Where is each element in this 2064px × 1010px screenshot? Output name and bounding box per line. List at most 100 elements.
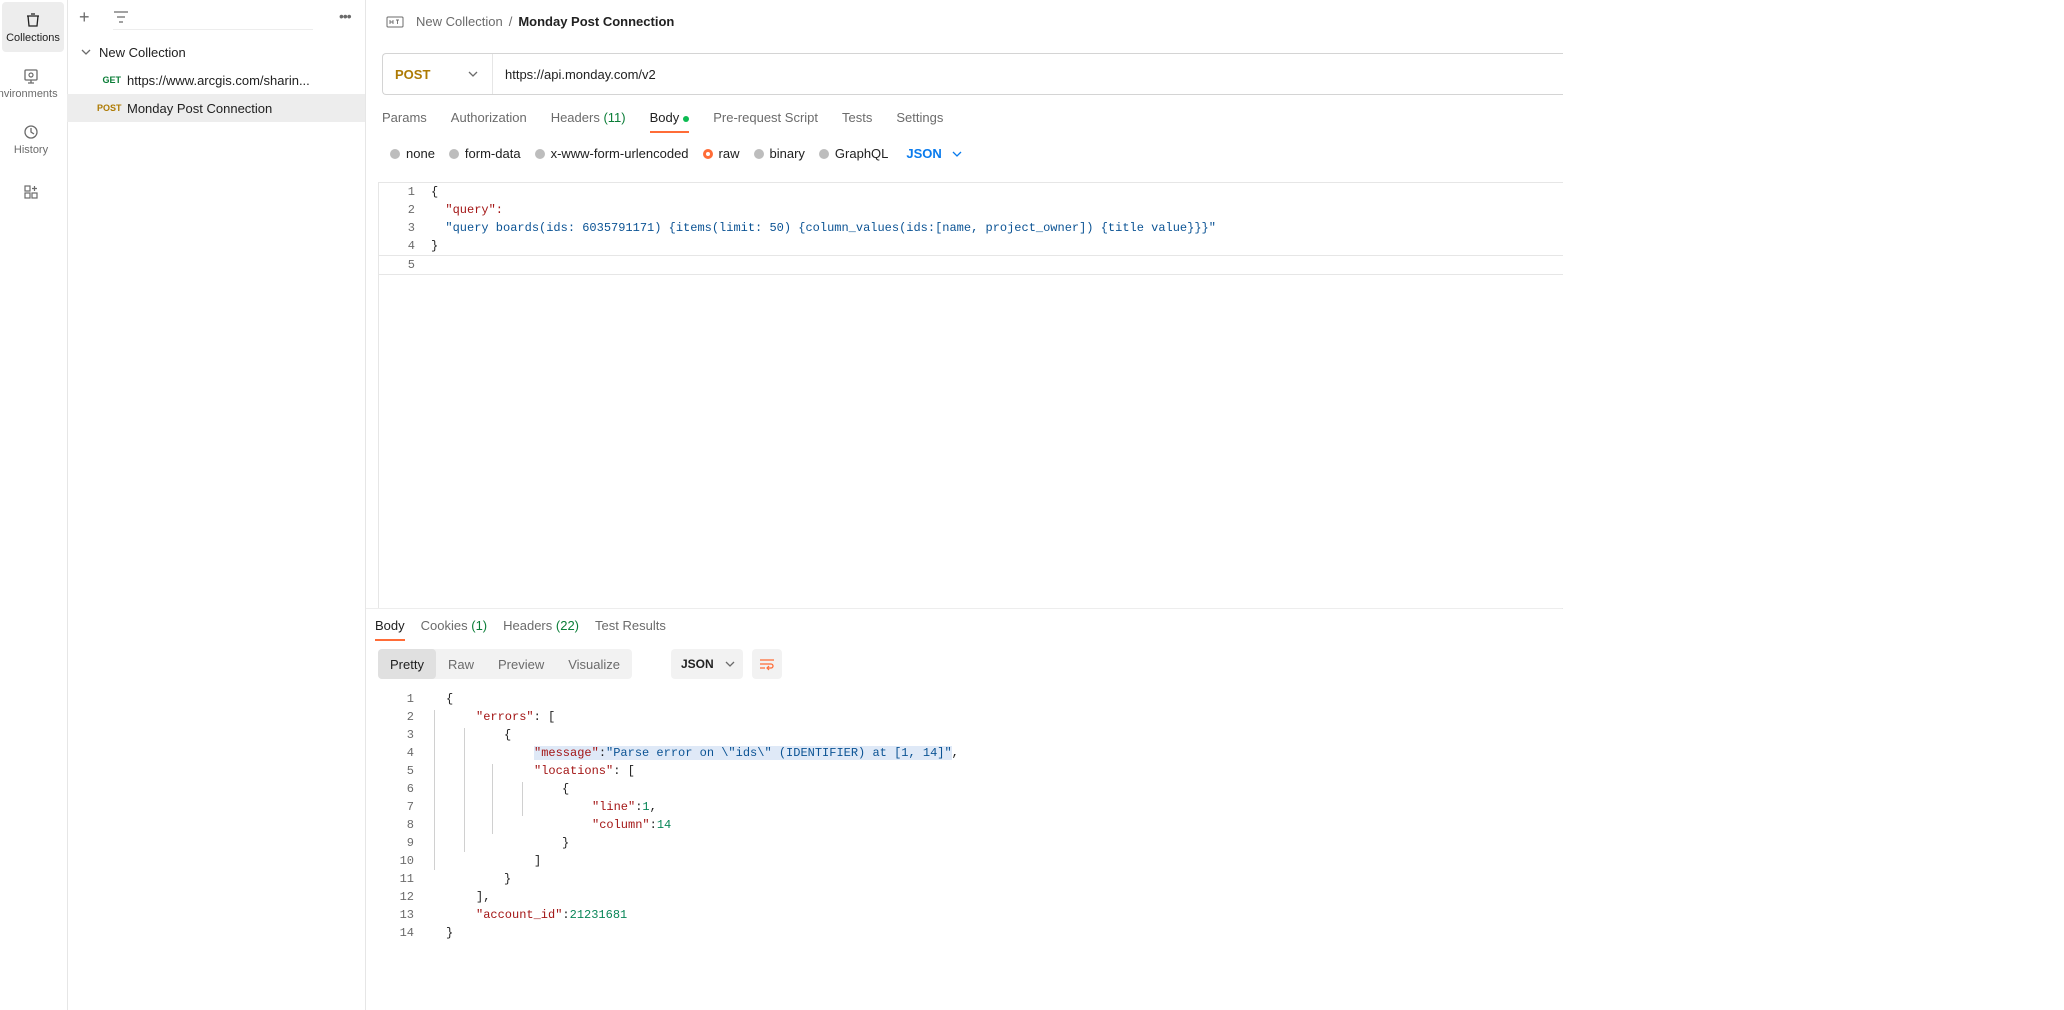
headers-count: (11): [603, 110, 626, 125]
more-icon[interactable]: •••: [339, 8, 352, 24]
code-text: }: [504, 872, 512, 886]
radio-none[interactable]: none: [390, 146, 435, 161]
code-line: 4 "message": "Parse error on \"ids\" (IDE…: [378, 744, 959, 762]
tab-settings[interactable]: Settings: [896, 110, 943, 133]
line-number: 7: [406, 800, 414, 814]
rail-history[interactable]: History: [0, 114, 62, 164]
breadcrumb-separator: /: [508, 14, 513, 29]
request-item-get[interactable]: GET https://www.arcgis.com/sharin...: [67, 66, 365, 94]
request-name: Monday Post Connection: [127, 100, 273, 116]
code-text: :: [649, 818, 657, 832]
cookies-count: (1): [471, 618, 488, 633]
code-line: 14}: [378, 924, 454, 942]
http-icon: [386, 16, 404, 27]
json-key: "account_id": [476, 908, 563, 922]
breadcrumb: New Collection / Monday Post Connection: [386, 14, 674, 29]
tab-pre-request-script[interactable]: Pre-request Script: [713, 110, 818, 133]
rail-label: Environments: [0, 87, 58, 100]
wrap-lines-button[interactable]: [752, 649, 782, 679]
body-code-editor[interactable]: 1{ 2 "query": 3 "query boards(ids: 60357…: [378, 182, 1563, 609]
line-number: 5: [407, 258, 415, 272]
view-raw[interactable]: Raw: [436, 649, 486, 679]
radio-button[interactable]: [702, 148, 713, 159]
rail-collections[interactable]: Collections: [2, 2, 64, 52]
code-text: : [: [613, 764, 635, 778]
breadcrumb-parent[interactable]: New Collection: [416, 14, 503, 29]
method-value: POST: [395, 66, 431, 82]
radio-label: GraphQL: [834, 146, 889, 161]
radio-raw[interactable]: raw: [702, 146, 740, 161]
code-line: 11}: [378, 870, 512, 888]
radio-form-data[interactable]: form-data: [448, 146, 521, 161]
json-key: "message": [534, 746, 599, 760]
radio-button[interactable]: [753, 148, 764, 159]
view-pretty[interactable]: Pretty: [378, 649, 436, 679]
method-badge: GET: [102, 75, 121, 85]
line-number: 6: [406, 782, 414, 796]
chevron-down-icon[interactable]: [81, 47, 91, 57]
radio-binary[interactable]: binary: [753, 146, 805, 161]
language-select[interactable]: JSON: [906, 146, 962, 161]
response-body[interactable]: 1{ 2 "errors": [ 3{ 4 "message": "Parse er…: [378, 690, 1562, 950]
radio-label: binary: [769, 146, 805, 161]
line-number: 4: [406, 746, 414, 760]
tab-cookies[interactable]: Cookies (1): [421, 618, 487, 641]
rail-environments[interactable]: Environments: [0, 58, 62, 108]
code-line: 3{: [378, 726, 511, 744]
url-input[interactable]: https://api.monday.com/v2: [493, 67, 656, 82]
tab-body[interactable]: Body: [649, 110, 690, 133]
history-icon: [24, 124, 38, 139]
collection-row[interactable]: New Collection: [67, 38, 365, 66]
format-select[interactable]: JSON: [671, 649, 743, 679]
code-text: }: [431, 239, 439, 253]
add-icon[interactable]: +: [79, 6, 90, 28]
code-text: ,: [951, 746, 959, 760]
search-input[interactable]: [113, 7, 313, 30]
code-line: 1{: [379, 183, 1563, 201]
code-text: : [: [533, 710, 556, 724]
tab-response-headers[interactable]: Headers (22): [503, 618, 579, 641]
view-visualize[interactable]: Visualize: [556, 649, 632, 679]
url-bar: POST https://api.monday.com/v2: [382, 53, 1563, 95]
rail-apps[interactable]: [0, 177, 62, 209]
format-value: JSON: [681, 657, 714, 671]
line-number: 5: [406, 764, 414, 778]
radio-button[interactable]: [448, 148, 459, 159]
radio-button[interactable]: [390, 148, 400, 159]
code-text: ],: [476, 890, 491, 904]
method-select[interactable]: POST: [383, 54, 493, 94]
line-number: 14: [399, 926, 414, 940]
code-line: 10]: [378, 852, 542, 870]
rail-label: History: [13, 143, 49, 156]
request-item-post[interactable]: POST Monday Post Connection: [67, 94, 365, 122]
code-text: }: [562, 836, 570, 850]
code-text: :: [598, 746, 607, 760]
radio-x-www-form-urlencoded[interactable]: x-www-form-urlencoded: [534, 146, 689, 161]
tab-response-body[interactable]: Body: [375, 618, 405, 641]
tab-test-results[interactable]: Test Results: [595, 618, 666, 641]
code-line: 4}: [379, 237, 1563, 255]
radio-label: form-data: [464, 146, 521, 161]
tab-params[interactable]: Params: [382, 110, 427, 133]
divider[interactable]: [366, 608, 1562, 609]
tab-authorization[interactable]: Authorization: [451, 110, 527, 133]
tab-headers[interactable]: Headers (11): [551, 110, 626, 133]
json-key: "line": [592, 800, 636, 814]
response-view-segment: Pretty Raw Preview Visualize: [378, 649, 633, 679]
tab-label: Body: [649, 110, 680, 125]
radio-label: x-www-form-urlencoded: [550, 146, 689, 161]
json-key: "locations": [534, 764, 614, 778]
radio-label: none: [406, 146, 435, 161]
line-number: 13: [399, 908, 414, 922]
radio-button[interactable]: [818, 148, 829, 159]
code-line: 5: [379, 255, 1563, 275]
code-line: 7 "line": 1,: [378, 798, 657, 816]
page-title[interactable]: Monday Post Connection: [518, 14, 674, 29]
code-line: 12],: [378, 888, 491, 906]
radio-button[interactable]: [534, 148, 545, 159]
line-number: 12: [399, 890, 414, 904]
radio-graphql[interactable]: GraphQL: [818, 146, 889, 161]
tab-tests[interactable]: Tests: [842, 110, 872, 133]
view-preview[interactable]: Preview: [486, 649, 556, 679]
body-mode-options: none form-data x-www-form-urlencoded raw…: [390, 146, 962, 161]
